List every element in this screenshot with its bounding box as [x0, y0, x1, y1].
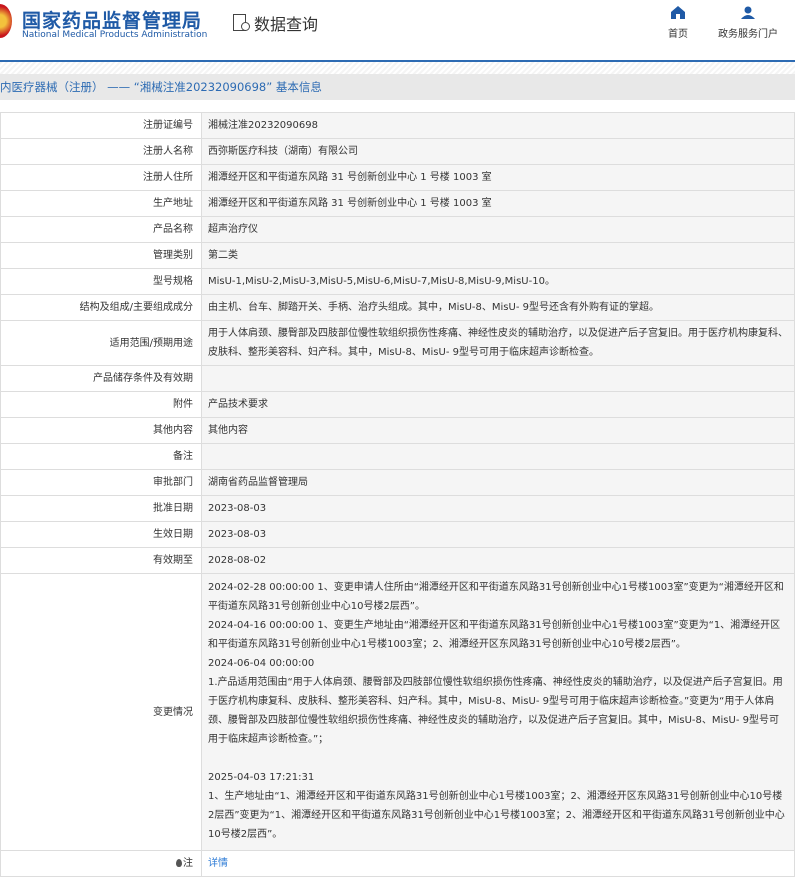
field-label: 生产地址	[0, 190, 202, 217]
field-value: 湘械注准20232090698	[201, 112, 795, 139]
field-value: 产品技术要求	[201, 391, 795, 418]
field-label: 结构及组成/主要组成成分	[0, 294, 202, 321]
field-value: 2028-08-02	[201, 547, 795, 574]
pin-icon	[176, 859, 182, 867]
field-value: 湘潭经开区和平街道东风路 31 号创新创业中心 1 号楼 1003 室	[201, 164, 795, 191]
details-link[interactable]: 详情	[208, 858, 228, 869]
table-row: 附件 产品技术要求	[0, 391, 795, 418]
nav-home[interactable]: 首页	[667, 6, 689, 40]
change-history: 2024-02-28 00:00:00 1、变更申请人住所由“湘潭经开区和平街道…	[201, 573, 795, 851]
field-value: 超声治疗仪	[201, 216, 795, 243]
field-value	[201, 365, 795, 392]
field-label: 注册人名称	[0, 138, 202, 165]
field-value: 详情	[201, 850, 795, 877]
field-label: 注册人住所	[0, 164, 202, 191]
table-row: 生产地址 湘潭经开区和平街道东风路 31 号创新创业中心 1 号楼 1003 室	[0, 190, 795, 217]
field-value: MisU-1,MisU-2,MisU-3,MisU-5,MisU-6,MisU-…	[201, 268, 795, 295]
field-label: 其他内容	[0, 417, 202, 444]
field-value: 第二类	[201, 242, 795, 269]
change-line: 1.产品适用范围由“用于人体肩颈、腰臀部及四肢部位慢性软组织损伤性疼痛、神经性皮…	[208, 677, 783, 745]
nav-service-portal[interactable]: 政务服务门户	[716, 6, 780, 40]
table-row: 注册人名称 西弥斯医疗科技（湖南）有限公司	[0, 138, 795, 165]
field-label: 生效日期	[0, 521, 202, 548]
table-row-changes: 变更情况 2024-02-28 00:00:00 1、变更申请人住所由“湘潭经开区…	[0, 573, 795, 851]
table-row: 备注	[0, 443, 795, 470]
org-name-en: National Medical Products Administration	[22, 30, 208, 40]
data-query-section: 数据查询	[232, 11, 318, 35]
field-label: 管理类别	[0, 242, 202, 269]
note-label: 注	[183, 858, 193, 869]
field-value: 用于人体肩颈、腰臀部及四肢部位慢性软组织损伤性疼痛、神经性皮炎的辅助治疗，以及促…	[201, 320, 795, 366]
document-search-icon	[232, 13, 252, 33]
field-value	[201, 443, 795, 470]
change-line: 2024-04-16 00:00:00 1、变更生产地址由“湘潭经开区和平街道东…	[208, 620, 781, 650]
change-line: 2024-02-28 00:00:00 1、变更申请人住所由“湘潭经开区和平街道…	[208, 582, 784, 612]
org-name-cn[interactable]: 国家药品监督管理局	[22, 6, 202, 33]
page-title: 内医疗器械（注册） —— “湘械注准20232090698” 基本信息	[0, 74, 795, 100]
table-row: 生效日期 2023-08-03	[0, 521, 795, 548]
change-line: 2025-04-03 17:21:31	[208, 772, 315, 783]
field-label: 审批部门	[0, 469, 202, 496]
nav-home-label: 首页	[668, 29, 688, 40]
field-label: 变更情况	[0, 573, 202, 851]
section-title: 数据查询	[254, 15, 319, 34]
table-row: 型号规格 MisU-1,MisU-2,MisU-3,MisU-5,MisU-6,M…	[0, 268, 795, 295]
change-line	[208, 749, 788, 768]
field-label: 备注	[0, 443, 202, 470]
table-row: 适用范围/预期用途 用于人体肩颈、腰臀部及四肢部位慢性软组织损伤性疼痛、神经性皮炎…	[0, 320, 795, 366]
field-label: 附件	[0, 391, 202, 418]
field-label: 型号规格	[0, 268, 202, 295]
field-label: 产品名称	[0, 216, 202, 243]
table-row: 结构及组成/主要组成成分 由主机、台车、脚踏开关、手柄、治疗头组成。其中，MisU…	[0, 294, 795, 321]
field-value: 湖南省药品监督管理局	[201, 469, 795, 496]
nav-portal-label: 政务服务门户	[718, 29, 778, 40]
table-row: 其他内容 其他内容	[0, 417, 795, 444]
table-row: 审批部门 湖南省药品监督管理局	[0, 469, 795, 496]
field-value: 2023-08-03	[201, 521, 795, 548]
table-row: 产品名称 超声治疗仪	[0, 216, 795, 243]
field-value: 由主机、台车、脚踏开关、手柄、治疗头组成。其中，MisU-8、MisU- 9型号…	[201, 294, 795, 321]
table-row: 管理类别 第二类	[0, 242, 795, 269]
table-row: 批准日期 2023-08-03	[0, 495, 795, 522]
change-line: 1、生产地址由“1、湘潭经开区和平街道东风路31号创新创业中心1号楼1003室；…	[208, 791, 785, 840]
field-value: 其他内容	[201, 417, 795, 444]
national-emblem-logo	[0, 4, 12, 38]
table-row-note: 注 详情	[0, 850, 795, 877]
table-row: 有效期至 2028-08-02	[0, 547, 795, 574]
change-line: 2024-06-04 00:00:00	[208, 658, 315, 669]
table-row: 注册证编号 湘械注准20232090698	[0, 112, 795, 139]
detail-table: 注册证编号 湘械注准20232090698 注册人名称 西弥斯医疗科技（湖南）有限公司…	[0, 112, 795, 877]
field-value: 湘潭经开区和平街道东风路 31 号创新创业中心 1 号楼 1003 室	[201, 190, 795, 217]
field-label: 注	[0, 850, 202, 877]
field-value: 2023-08-03	[201, 495, 795, 522]
field-label: 批准日期	[0, 495, 202, 522]
site-header: 国家药品监督管理局 National Medical Products Admi…	[0, 0, 795, 62]
user-icon	[741, 6, 755, 19]
table-row: 注册人住所 湘潭经开区和平街道东风路 31 号创新创业中心 1 号楼 1003 室	[0, 164, 795, 191]
decorative-strip	[0, 62, 795, 74]
field-label: 产品储存条件及有效期	[0, 365, 202, 392]
field-label: 有效期至	[0, 547, 202, 574]
table-row: 产品储存条件及有效期	[0, 365, 795, 392]
field-label: 注册证编号	[0, 112, 202, 139]
field-value: 西弥斯医疗科技（湖南）有限公司	[201, 138, 795, 165]
home-icon	[671, 6, 685, 19]
field-label: 适用范围/预期用途	[0, 320, 202, 366]
